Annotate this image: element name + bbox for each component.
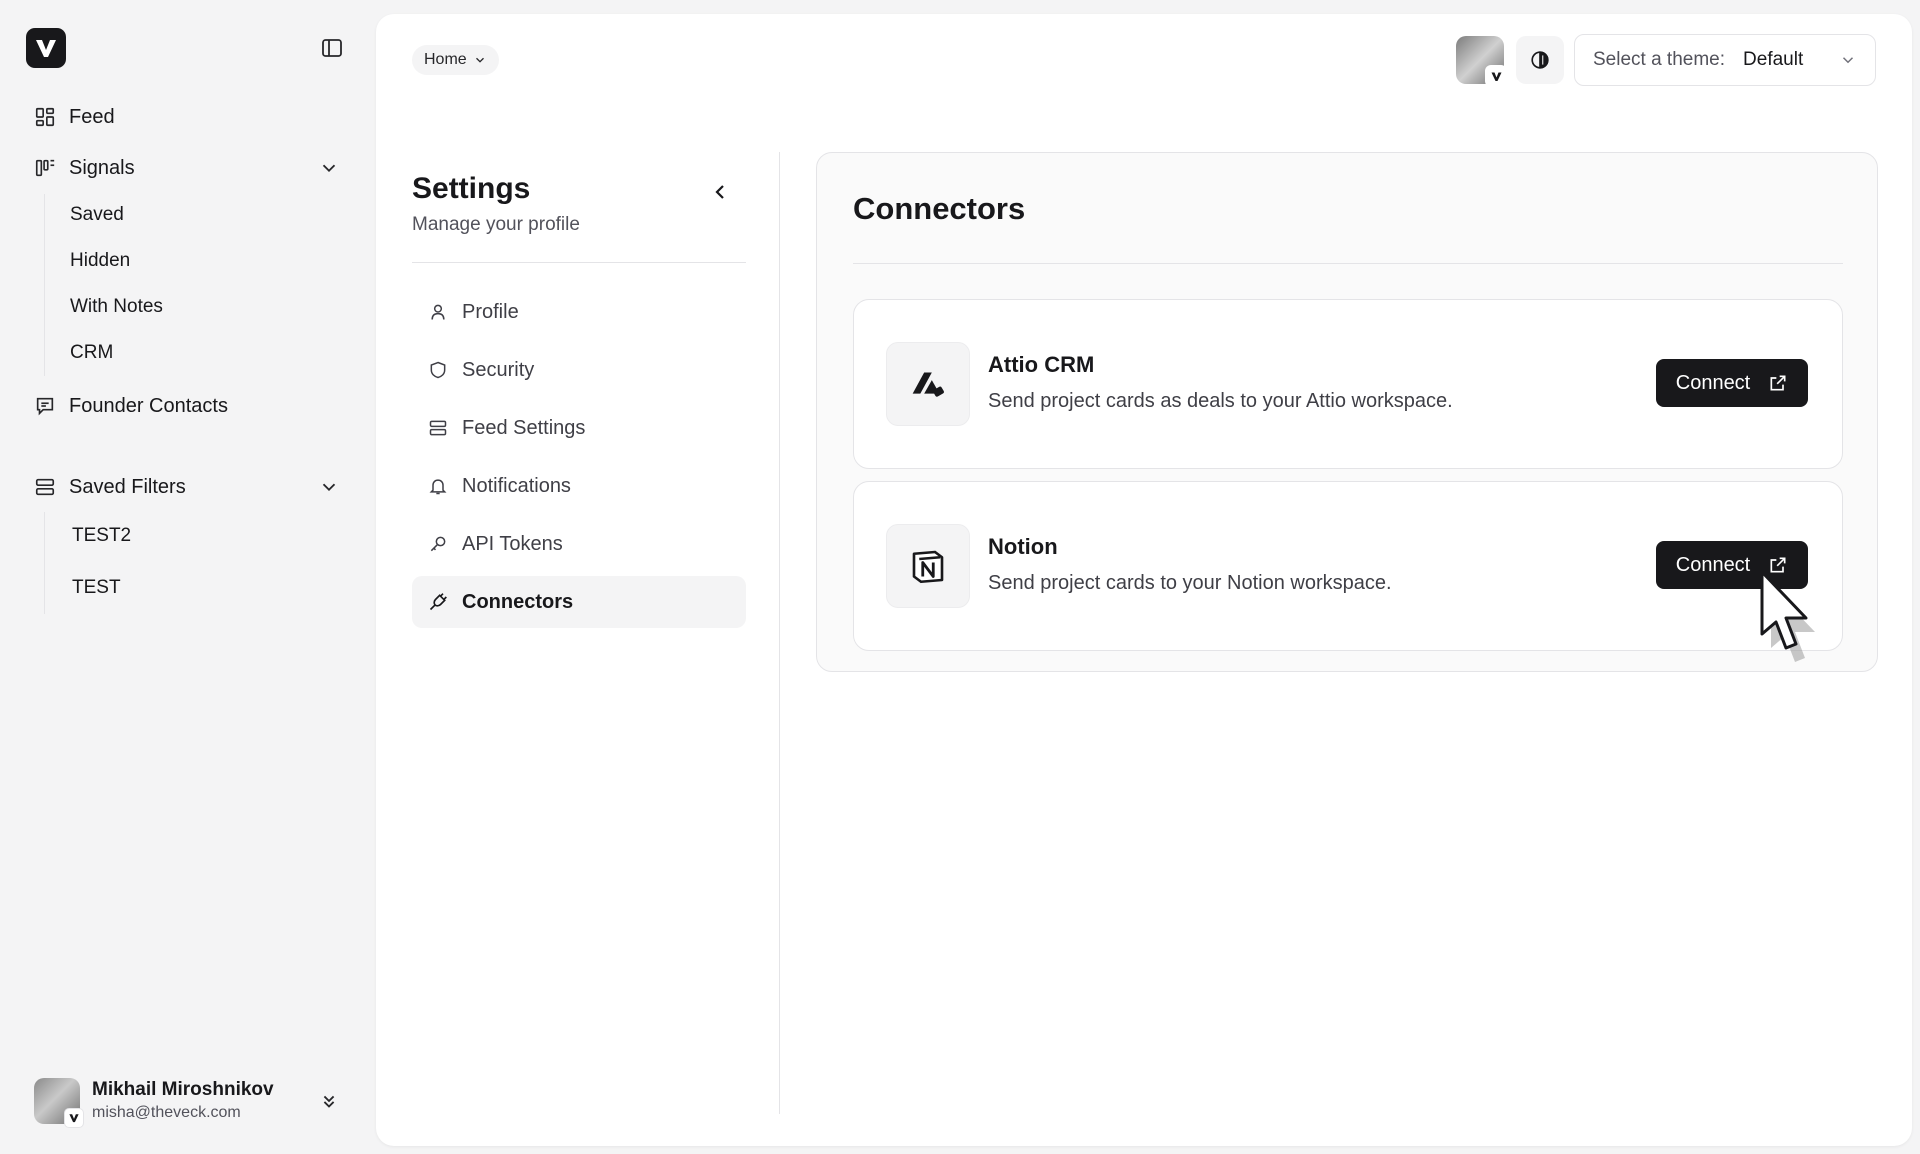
connector-description: Send project cards as deals to your Atti… xyxy=(988,390,1453,412)
theme-select-label: Select a theme: xyxy=(1593,49,1726,70)
signals-icon xyxy=(34,157,56,179)
v-badge-icon xyxy=(1485,65,1507,87)
connectors-panel: Connectors Attio CRM Send project cards … xyxy=(816,152,1878,672)
external-link-icon xyxy=(1770,375,1786,391)
connect-notion-button[interactable]: Connect xyxy=(1656,541,1808,589)
connectors-title: Connectors xyxy=(853,191,1026,226)
chevron-down-icon xyxy=(475,57,484,63)
stack-icon xyxy=(428,418,448,438)
chevron-down-icon[interactable] xyxy=(318,476,340,498)
connect-attio-button[interactable]: Connect xyxy=(1656,359,1808,407)
dashboard-icon xyxy=(34,106,56,128)
chevron-left-icon[interactable] xyxy=(708,180,732,204)
settings-nav-label: Feed Settings xyxy=(462,416,586,439)
sidebar-toggle-icon[interactable] xyxy=(320,36,344,60)
sidebar-item-feed[interactable]: Feed xyxy=(34,97,115,137)
shield-icon xyxy=(428,360,448,380)
settings-subtitle: Manage your profile xyxy=(412,214,580,235)
settings-nav-api-tokens[interactable]: API Tokens xyxy=(412,518,746,570)
header-avatar[interactable] xyxy=(1456,36,1507,87)
connect-button-label: Connect xyxy=(1675,553,1751,576)
user-email: misha@theveck.com xyxy=(92,1104,241,1121)
theme-select-value: Default xyxy=(1743,49,1804,70)
user-icon xyxy=(428,302,448,322)
sidebar-subitem-crm[interactable]: CRM xyxy=(70,336,113,370)
settings-nav-label: Notifications xyxy=(462,474,571,497)
sidebar: Feed Signals Saved Hidden With Notes CRM… xyxy=(0,0,376,1154)
connect-button-label: Connect xyxy=(1675,371,1751,394)
sidebar-item-label: Founder Contacts xyxy=(69,394,228,417)
settings-title: Settings xyxy=(412,172,531,205)
v-logo-icon xyxy=(36,40,56,57)
attio-logo-icon xyxy=(886,342,970,426)
settings-nav-profile[interactable]: Profile xyxy=(412,286,746,338)
v-badge-icon xyxy=(64,1108,84,1128)
notion-logo-icon xyxy=(886,524,970,608)
divider xyxy=(412,262,746,263)
bell-icon xyxy=(428,476,448,496)
sidebar-item-label: Signals xyxy=(69,156,135,179)
contrast-icon xyxy=(1531,51,1549,69)
chevrons-up-down-icon[interactable] xyxy=(318,1090,340,1112)
key-icon xyxy=(428,534,448,554)
settings-nav-label: Security xyxy=(462,358,535,381)
app-logo[interactable] xyxy=(26,28,66,68)
connector-description: Send project cards to your Notion worksp… xyxy=(988,572,1392,594)
avatar xyxy=(34,1078,84,1128)
divider xyxy=(853,263,1843,264)
settings-nav-label: Connectors xyxy=(462,590,574,613)
settings-nav-label: Profile xyxy=(462,300,519,323)
connector-name: Notion xyxy=(988,534,1058,559)
settings-nav-label: API Tokens xyxy=(462,532,563,555)
sidebar-item-saved-filters[interactable]: Saved Filters xyxy=(34,467,186,507)
contact-message-icon xyxy=(34,395,56,417)
connector-card-notion: Notion Send project cards to your Notion… xyxy=(853,481,1843,651)
connector-name: Attio CRM xyxy=(988,352,1095,377)
settings-nav-feed-settings[interactable]: Feed Settings xyxy=(412,402,746,454)
tree-guide-line xyxy=(44,194,45,376)
stack-icon xyxy=(34,476,56,498)
theme-select[interactable]: Select a theme: Default xyxy=(1574,34,1876,86)
saved-filter-item[interactable]: TEST xyxy=(72,571,121,605)
plug-icon xyxy=(428,592,448,612)
connector-card-attio: Attio CRM Send project cards as deals to… xyxy=(853,299,1843,469)
sidebar-item-signals[interactable]: Signals xyxy=(34,148,135,188)
chevron-down-icon xyxy=(1842,57,1854,64)
sidebar-subitem-hidden[interactable]: Hidden xyxy=(70,244,130,278)
column-divider xyxy=(779,152,780,1114)
theme-contrast-button[interactable] xyxy=(1516,36,1564,84)
main-panel: Home Select a theme: Default Settings Ma… xyxy=(376,14,1912,1146)
sidebar-item-founder-contacts[interactable]: Founder Contacts xyxy=(34,386,228,426)
user-name: Mikhail Miroshnikov xyxy=(92,1079,274,1100)
sidebar-subitem-saved[interactable]: Saved xyxy=(70,198,124,232)
external-link-icon xyxy=(1770,557,1786,573)
sidebar-item-label: Saved Filters xyxy=(69,475,186,498)
breadcrumb[interactable]: Home xyxy=(412,45,499,75)
settings-nav-notifications[interactable]: Notifications xyxy=(412,460,746,512)
saved-filter-item[interactable]: TEST2 xyxy=(72,519,131,553)
settings-nav-security[interactable]: Security xyxy=(412,344,746,396)
sidebar-item-label: Feed xyxy=(69,105,115,128)
settings-nav-connectors[interactable]: Connectors xyxy=(412,576,746,628)
user-menu[interactable]: Mikhail Miroshnikov misha@theveck.com xyxy=(34,1076,344,1128)
breadcrumb-label: Home xyxy=(424,51,467,68)
tree-guide-line xyxy=(44,512,45,614)
chevron-down-icon[interactable] xyxy=(318,157,340,179)
sidebar-subitem-with-notes[interactable]: With Notes xyxy=(70,290,163,324)
